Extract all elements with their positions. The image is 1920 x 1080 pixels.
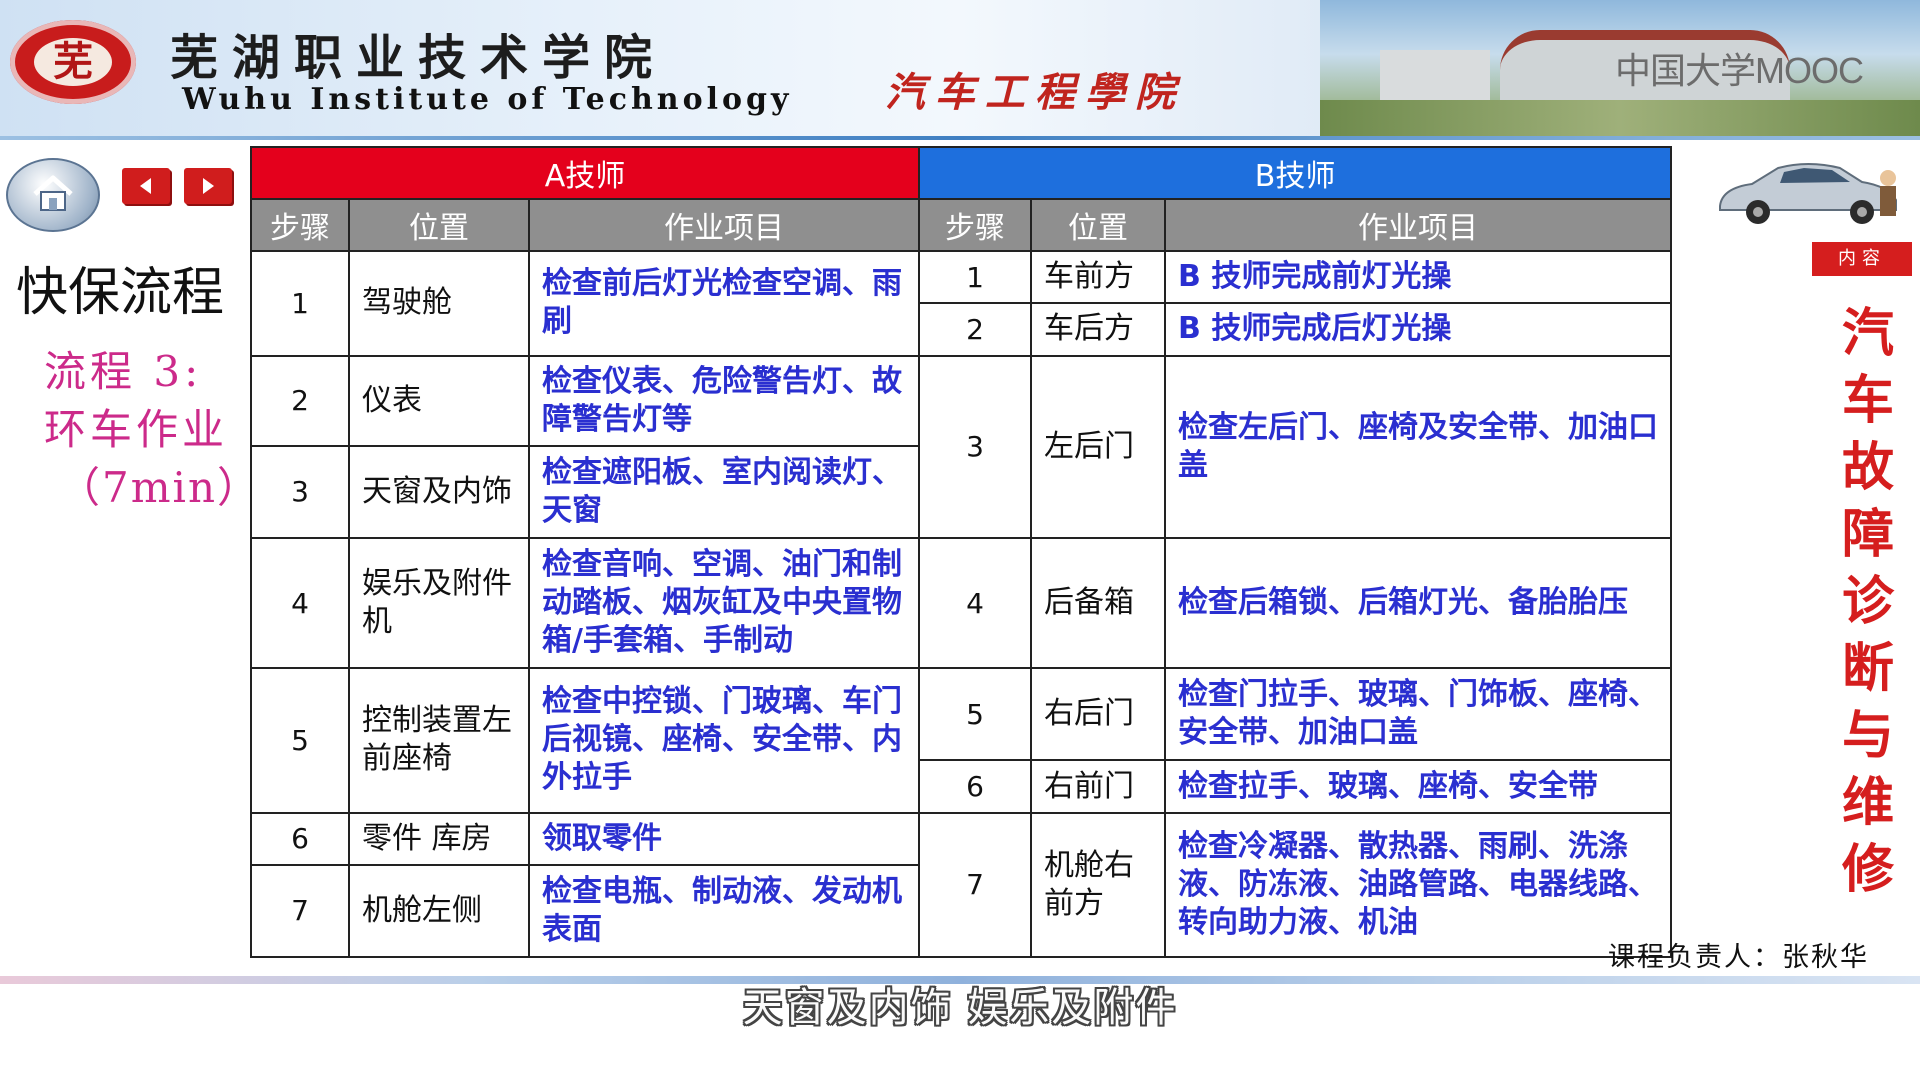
b-step: 2 [918,302,1033,357]
a-step: 3 [250,444,350,539]
college-name: 汽车工程學院 [885,69,1185,116]
header-technician-a: A技师 [249,145,921,201]
home-icon [33,175,73,211]
a-step: 6 [250,811,350,866]
a-step: 5 [250,667,350,814]
a-step: 7 [250,863,350,959]
b-step: 6 [918,759,1033,814]
a-task: 领取零件 [527,811,921,866]
prev-page-button[interactable] [122,168,170,204]
a-step: 1 [250,250,350,357]
a-step: 2 [250,354,350,447]
b-task: 检查左后门、座椅及安全带、加油口盖 [1164,354,1673,539]
a-task: 检查中控锁、门玻璃、车门后视镜、座椅、安全带、内外拉手 [527,667,921,814]
video-subtitle: 天窗及内饰 娱乐及附件 [742,985,1178,1031]
a-position: 驾驶舱 [348,250,530,357]
b-step: 1 [918,250,1033,305]
a-position: 天窗及内饰 [348,444,530,539]
process-label: 流程 3: [44,347,203,396]
header-technician-b: B技师 [918,145,1673,201]
b-position: 车后方 [1030,302,1167,357]
car-icon [1719,163,1897,224]
col-header-step-b: 步骤 [918,198,1033,253]
next-arrow-icon [203,178,214,194]
school-name-en: Wuhu Institute of Technology [182,82,793,117]
a-task: 检查音响、空调、油门和制动踏板、烟灰缸及中央置物箱/手套箱、手制动 [527,536,921,670]
a-task: 检查遮阳板、室内阅读灯、天窗 [527,444,921,539]
b-task: 检查后箱锁、后箱灯光、备胎胎压 [1164,536,1673,670]
process-name: 环车作业 [44,405,229,454]
a-position: 娱乐及附件机 [348,536,530,670]
header-banner: 芜 芜湖职业技术学院 Wuhu Institute of Technology … [0,0,1920,140]
b-position: 后备箱 [1030,536,1167,670]
next-page-button[interactable] [184,168,232,204]
mooc-watermark: 中国大学MOOC [1615,50,1864,91]
col-header-step-a: 步骤 [250,198,350,253]
b-task: B 技师完成后灯光操 [1164,302,1673,357]
a-position: 零件 库房 [348,811,530,866]
b-step: 3 [918,354,1033,539]
page-title: 快保流程 [16,263,225,323]
b-task: 检查拉手、玻璃、座椅、安全带 [1164,759,1673,814]
process-duration: （7min） [58,463,262,512]
school-logo: 芜 [10,20,136,104]
col-header-position-a: 位置 [348,198,530,253]
a-position: 控制装置左前座椅 [348,667,530,814]
a-task: 检查仪表、危险警告灯、故障警告灯等 [527,354,921,447]
col-header-task-a: 作业项目 [527,198,921,253]
maintenance-table: A技师 B技师 步骤 位置 作业项目 步骤 位置 作业项目 1 驾驶舱 检查前后… [249,145,1673,959]
b-step: 4 [918,536,1033,670]
col-header-task-b: 作业项目 [1164,198,1673,253]
b-step: 7 [918,811,1033,959]
b-position: 右前门 [1030,759,1167,814]
prev-arrow-icon [140,178,151,194]
col-header-position-b: 位置 [1030,198,1167,253]
a-step: 4 [250,536,350,670]
banner-divider [0,136,1920,140]
b-position: 车前方 [1030,250,1167,305]
b-position: 右后门 [1030,667,1167,762]
b-task: 检查门拉手、玻璃、门饰板、座椅、安全带、加油口盖 [1164,667,1673,762]
home-button[interactable] [6,158,100,232]
b-task: 检查冷凝器、散热器、雨刷、洗涤液、防冻液、油路管路、电器线路、转向助力液、机油 [1164,811,1673,959]
b-step: 5 [918,667,1033,762]
car-illustration [1712,150,1912,230]
a-task: 检查电瓶、制动液、发动机表面 [527,863,921,959]
a-position: 仪表 [348,354,530,447]
school-name-cn: 芜湖职业技术学院 [170,30,667,86]
b-task: B 技师完成前灯光操 [1164,250,1673,305]
a-task: 检查前后灯光检查空调、雨刷 [527,250,921,357]
b-position: 机舱右前方 [1030,811,1167,959]
course-title-vertical: 汽车故障诊断与维修 [1841,303,1894,900]
content-badge: 内容 [1812,242,1912,276]
b-position: 左后门 [1030,354,1167,539]
course-teacher: 课程负责人：张秋华 [1608,942,1869,973]
a-position: 机舱左侧 [348,863,530,959]
school-logo-mark: 芜 [34,38,112,86]
